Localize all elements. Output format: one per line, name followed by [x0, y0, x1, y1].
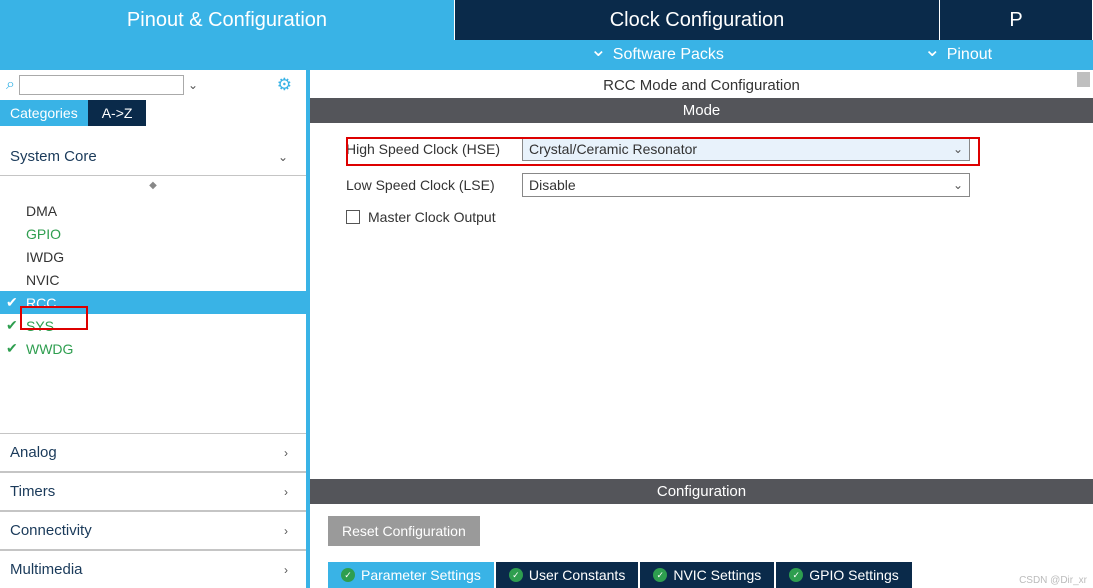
- check-icon: ✔: [6, 294, 20, 311]
- drag-handle-icon[interactable]: ◆: [0, 180, 306, 191]
- check-icon: ✔: [6, 340, 20, 357]
- tab-user-constants[interactable]: ✓User Constants: [496, 562, 638, 588]
- chevron-right-icon: ›: [284, 485, 288, 499]
- tab-third[interactable]: P: [940, 0, 1093, 40]
- right-panel: RCC Mode and Configuration Mode High Spe…: [310, 70, 1093, 588]
- section-label: Multimedia: [10, 561, 83, 578]
- chevron-right-icon: ›: [284, 446, 288, 460]
- chevron-down-icon: ⌄: [953, 142, 963, 156]
- ok-icon: ✓: [789, 568, 803, 582]
- list-item-rcc[interactable]: ✔RCC: [0, 291, 306, 314]
- pinout-label: Pinout: [947, 46, 992, 64]
- ok-icon: ✓: [509, 568, 523, 582]
- software-packs-menu[interactable]: Software Packs: [590, 46, 724, 64]
- left-panel: ⌕ ⌄ ⚙ Categories A->Z System Core ⌄ ◆ DM…: [0, 70, 310, 588]
- section-multimedia[interactable]: Multimedia ›: [0, 550, 306, 588]
- configuration-header: Configuration: [310, 479, 1093, 504]
- hse-select[interactable]: Crystal/Ceramic Resonator ⌄: [522, 137, 970, 161]
- software-packs-label: Software Packs: [613, 46, 724, 64]
- pinout-menu[interactable]: Pinout: [924, 46, 992, 64]
- lse-select[interactable]: Disable ⌄: [522, 173, 970, 197]
- section-analog[interactable]: Analog ›: [0, 433, 306, 472]
- lse-value: Disable: [529, 177, 576, 193]
- search-icon: ⌕: [6, 76, 15, 94]
- list-item-iwdg[interactable]: IWDG: [0, 245, 306, 268]
- section-label: Connectivity: [10, 522, 92, 539]
- list-item-nvic[interactable]: NVIC: [0, 268, 306, 291]
- list-item-wwdg[interactable]: ✔WWDG: [0, 337, 306, 360]
- check-icon: ✔: [6, 317, 20, 334]
- tab-categories[interactable]: Categories: [0, 100, 88, 126]
- chevron-down-icon: [924, 46, 941, 64]
- search-input[interactable]: [19, 75, 184, 95]
- tab-parameter-settings[interactable]: ✓Parameter Settings: [328, 562, 494, 588]
- section-system-core[interactable]: System Core ⌄: [0, 136, 306, 176]
- gear-icon[interactable]: ⚙: [277, 75, 292, 95]
- chevron-down-icon: ⌄: [278, 150, 288, 164]
- hse-label: High Speed Clock (HSE): [346, 141, 522, 157]
- section-label: Timers: [10, 483, 55, 500]
- list-item-dma[interactable]: DMA: [0, 199, 306, 222]
- chevron-right-icon: ›: [284, 563, 288, 577]
- ok-icon: ✓: [341, 568, 355, 582]
- section-label: Analog: [10, 444, 57, 461]
- tab-clock-config[interactable]: Clock Configuration: [455, 0, 940, 40]
- chevron-right-icon: ›: [284, 524, 288, 538]
- tab-pinout-config[interactable]: Pinout & Configuration: [0, 0, 455, 40]
- list-item-gpio[interactable]: GPIO: [0, 222, 306, 245]
- scroll-up-icon[interactable]: [1077, 72, 1090, 87]
- reset-configuration-button[interactable]: Reset Configuration: [328, 516, 480, 546]
- config-title: RCC Mode and Configuration: [310, 70, 1093, 98]
- tab-nvic-settings[interactable]: ✓NVIC Settings: [640, 562, 774, 588]
- list-item-sys[interactable]: ✔SYS: [0, 314, 306, 337]
- lse-label: Low Speed Clock (LSE): [346, 177, 522, 193]
- system-core-list: DMA GPIO IWDG NVIC ✔RCC ✔SYS ✔WWDG: [0, 193, 306, 366]
- section-label: System Core: [10, 148, 97, 165]
- mco-label: Master Clock Output: [368, 209, 496, 225]
- chevron-down-icon: ⌄: [953, 178, 963, 192]
- top-tab-bar: Pinout & Configuration Clock Configurati…: [0, 0, 1093, 40]
- search-dropdown-icon[interactable]: ⌄: [188, 78, 198, 92]
- tab-gpio-settings[interactable]: ✓GPIO Settings: [776, 562, 911, 588]
- hse-value: Crystal/Ceramic Resonator: [529, 141, 697, 157]
- chevron-down-icon: [590, 46, 607, 64]
- sub-toolbar: Software Packs Pinout: [0, 40, 1093, 70]
- tab-a-to-z[interactable]: A->Z: [88, 100, 147, 126]
- section-connectivity[interactable]: Connectivity ›: [0, 511, 306, 550]
- mco-checkbox[interactable]: [346, 210, 360, 224]
- mode-header: Mode: [310, 98, 1093, 123]
- section-timers[interactable]: Timers ›: [0, 472, 306, 511]
- watermark: CSDN @Dir_xr: [1019, 575, 1087, 586]
- ok-icon: ✓: [653, 568, 667, 582]
